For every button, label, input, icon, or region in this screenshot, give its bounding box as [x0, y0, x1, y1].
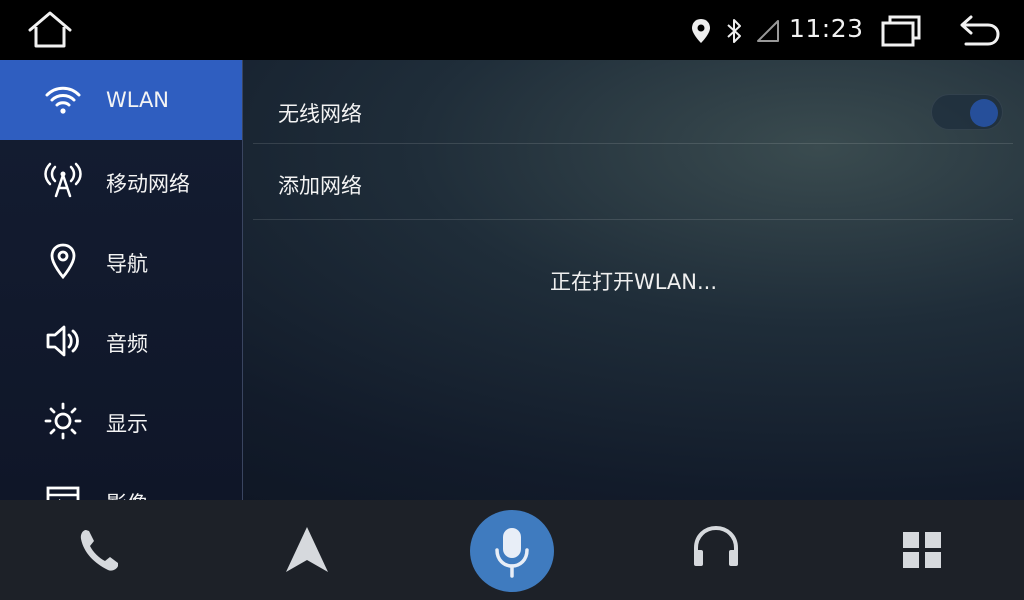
status-bar: 11:23: [0, 0, 1024, 60]
microphone-icon: [495, 528, 529, 578]
sidebar-item-label: 显示: [106, 412, 148, 436]
location-pin-icon: [50, 243, 76, 280]
bottom-dock: [0, 500, 1024, 600]
sidebar-item-label: 音频: [106, 332, 148, 356]
sidebar-item-display[interactable]: 显示: [0, 380, 242, 460]
wireless-network-row[interactable]: 无线网络: [253, 68, 1013, 144]
sidebar-item-wlan[interactable]: WLAN: [0, 60, 242, 140]
sidebar-item-label: 导航: [106, 252, 148, 276]
apps-grid-icon[interactable]: [900, 530, 944, 570]
sidebar-item-video[interactable]: 影像: [0, 460, 242, 500]
sidebar-item-label: WLAN: [106, 88, 170, 112]
settings-sidebar: WLAN 移动网络 导航 音频 显示: [0, 60, 242, 500]
wifi-icon: [45, 86, 81, 114]
wlan-toggle[interactable]: [931, 94, 1003, 130]
wireless-network-label: 无线网络: [278, 102, 362, 126]
sidebar-item-audio[interactable]: 音频: [0, 300, 242, 380]
add-network-label: 添加网络: [278, 174, 362, 198]
signal-icon: [757, 20, 779, 42]
wlan-panel: 无线网络 添加网络 正在打开WLAN...: [243, 60, 1024, 500]
phone-icon[interactable]: [72, 526, 128, 576]
clock: 11:23: [789, 14, 864, 43]
sidebar-item-mobile-network[interactable]: 移动网络: [0, 140, 242, 220]
cell-tower-icon: [44, 162, 82, 198]
toggle-knob: [970, 99, 998, 127]
home-icon[interactable]: [26, 10, 74, 50]
voice-assistant-button[interactable]: [470, 510, 554, 592]
add-network-row[interactable]: 添加网络: [253, 144, 1013, 220]
recent-apps-icon[interactable]: [880, 14, 922, 48]
back-icon[interactable]: [958, 14, 1002, 48]
bluetooth-icon: [727, 19, 741, 43]
brightness-icon: [44, 402, 82, 440]
location-status-icon: [692, 19, 710, 43]
sidebar-item-label: 影像: [106, 488, 148, 500]
wlan-status-message: 正在打开WLAN...: [549, 270, 718, 294]
settings-content: WLAN 移动网络 导航 音频 显示 无线网络 添加网络 正在打开WLAN...: [0, 60, 1024, 500]
sidebar-item-navigation[interactable]: 导航: [0, 220, 242, 300]
navigation-arrow-icon[interactable]: [280, 524, 334, 576]
sidebar-item-label: 移动网络: [106, 172, 190, 196]
speaker-icon: [46, 325, 79, 357]
video-icon: [46, 486, 80, 500]
headphones-icon[interactable]: [690, 524, 742, 570]
